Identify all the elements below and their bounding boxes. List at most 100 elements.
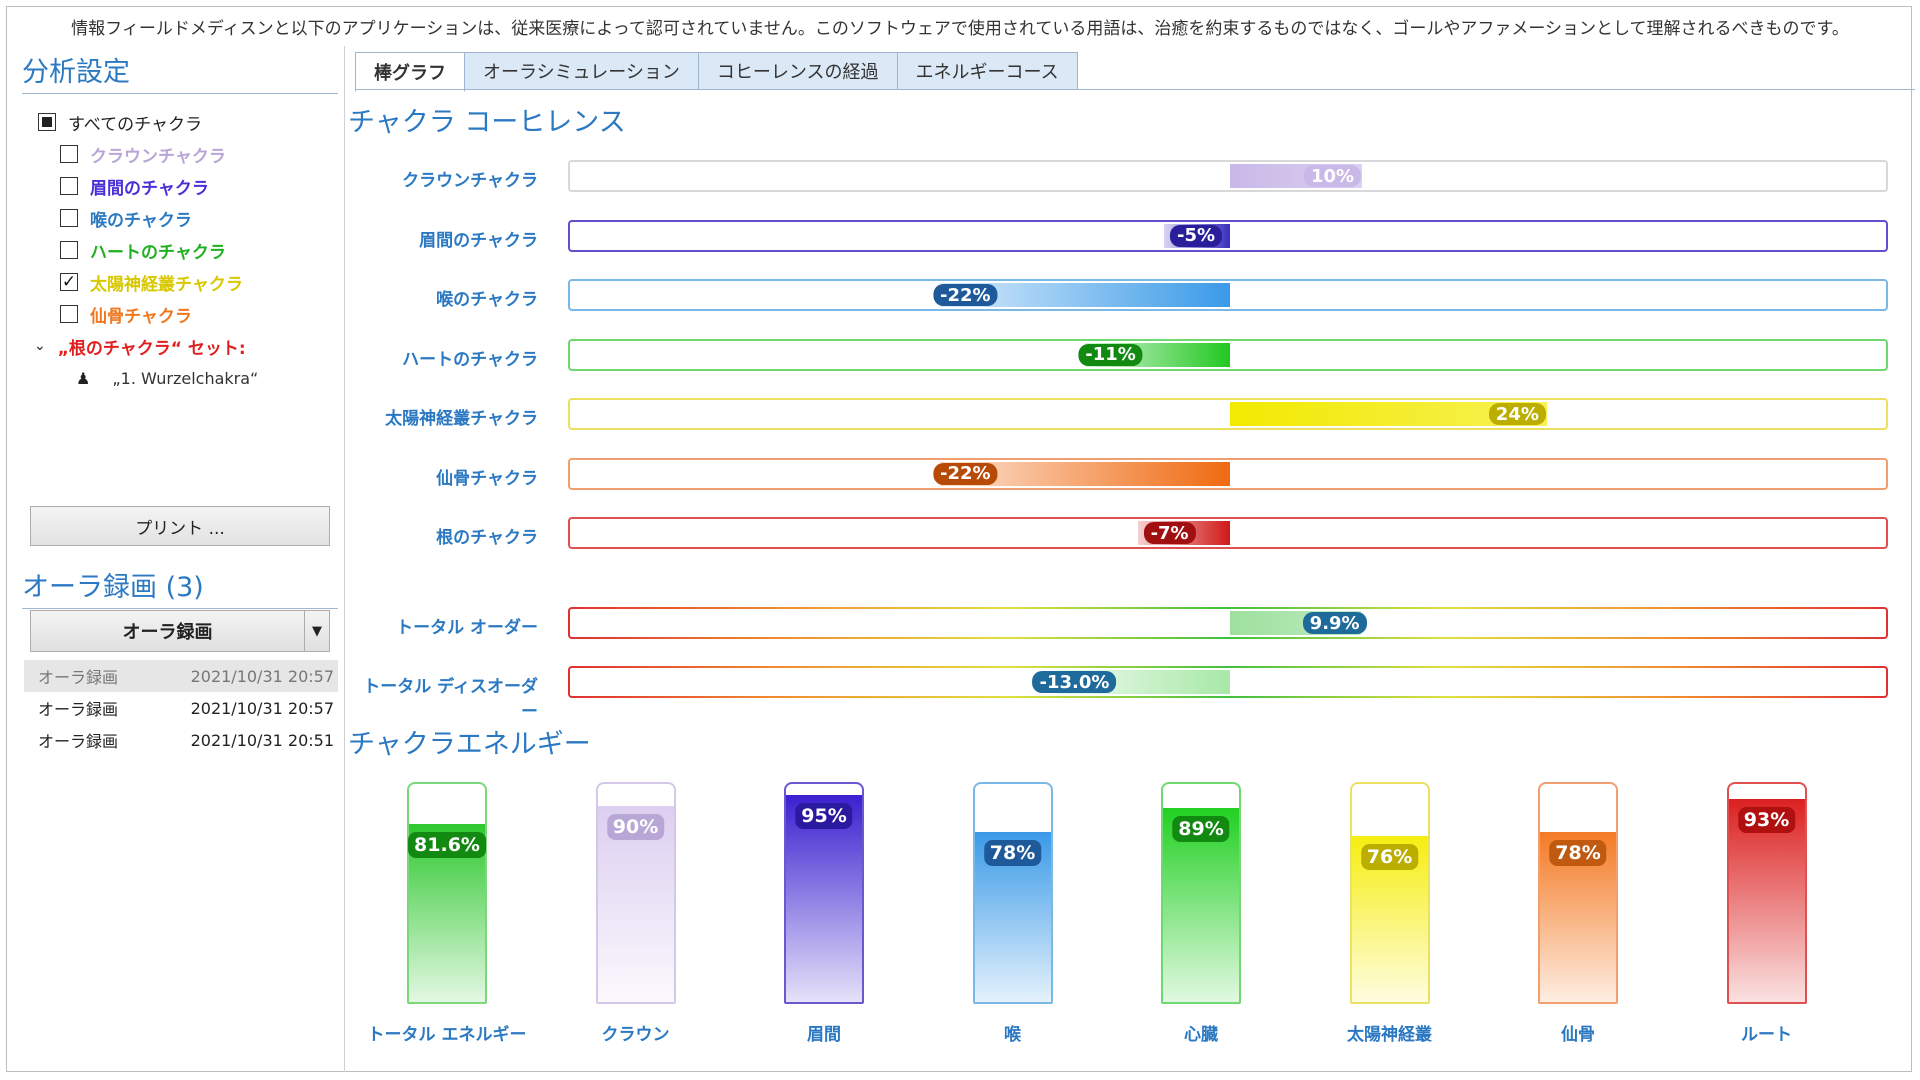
energy-column-value: 90% bbox=[606, 813, 665, 840]
coherence-bar-track: 10% bbox=[568, 160, 1888, 192]
chakra-filter-row[interactable]: 眉間のチャクラ bbox=[22, 170, 338, 202]
coherence-bar-label: ハートのチャクラ bbox=[402, 349, 538, 370]
energy-column bbox=[407, 782, 487, 1004]
chakra-filter-label: 喉のチャクラ bbox=[90, 210, 192, 231]
aura-recordings-title: オーラ録画 (3) bbox=[22, 565, 338, 609]
energy-column-value: 81.6% bbox=[408, 832, 486, 859]
tab-2[interactable]: コヒーレンスの経過 bbox=[697, 52, 898, 90]
tab-0[interactable]: 棒グラフ bbox=[355, 52, 465, 92]
chakra-filter-label: 太陽神経叢チャクラ bbox=[90, 274, 243, 295]
coherence-bar-value: -11% bbox=[1078, 343, 1143, 366]
root-set-label: „根のチャクラ“ セット: bbox=[57, 338, 246, 359]
coherence-title: チャクラ コーヒレンス bbox=[348, 107, 626, 138]
coherence-bar-track: -5% bbox=[568, 219, 1888, 252]
energy-column-label: トータル エネルギー bbox=[367, 1025, 527, 1045]
tab-bar: 棒グラフ オーラシミュレーション コヒーレンスの経過 エネルギーコース bbox=[355, 52, 1078, 92]
all-chakras-checkbox[interactable] bbox=[38, 113, 56, 131]
recording-date: 2021/10/31 20:57 bbox=[190, 698, 334, 718]
root-set-row[interactable]: ⌄ „根のチャクラ“ セット: bbox=[22, 330, 338, 362]
energy-title: チャクラエネルギー bbox=[348, 729, 591, 760]
chakra-tree: すべてのチャクラ クラウンチャクラ眉間のチャクラ喉のチャクラハートのチャクラ太陽… bbox=[22, 106, 338, 394]
coherence-bar-value: -22% bbox=[933, 284, 998, 306]
root-set-child-label: „1. Wurzelchakra“ bbox=[112, 368, 259, 388]
person-icon: ♟ bbox=[76, 368, 91, 388]
chakra-filter-checkbox[interactable] bbox=[60, 273, 78, 291]
coherence-bar-track: -11% bbox=[568, 338, 1888, 371]
energy-column-value: 78% bbox=[983, 839, 1042, 866]
energy-column-value: 89% bbox=[1172, 815, 1230, 842]
coherence-bar-label: 仙骨チャクラ bbox=[436, 468, 538, 489]
chakra-filter-row[interactable]: 太陽神経叢チャクラ bbox=[22, 266, 338, 298]
panel-divider bbox=[344, 46, 345, 1072]
recording-name: オーラ録画 bbox=[38, 732, 119, 751]
coherence-bar-label: 根のチャクラ bbox=[436, 528, 538, 548]
chakra-filter-checkbox[interactable] bbox=[60, 305, 78, 323]
chakra-filter-row[interactable]: ハートのチャクラ bbox=[22, 234, 338, 266]
chakra-filter-label: クラウンチャクラ bbox=[90, 146, 226, 167]
root-set-child-row[interactable]: ♟ „1. Wurzelchakra“ bbox=[22, 362, 338, 394]
energy-column-value: 76% bbox=[1360, 844, 1419, 871]
recording-list-item[interactable]: オーラ録画 2021/10/31 20:57 bbox=[24, 660, 338, 692]
energy-column-value: 95% bbox=[795, 802, 853, 829]
energy-column bbox=[1349, 782, 1430, 1004]
coherence-bar-track: -7% bbox=[568, 517, 1888, 549]
recording-select-value: オーラ録画 bbox=[122, 622, 213, 643]
recording-date: 2021/10/31 20:51 bbox=[190, 730, 334, 750]
chakra-filter-label: 眉間のチャクラ bbox=[90, 178, 209, 199]
coherence-bar-label: トータル オーダー bbox=[396, 618, 538, 638]
coherence-bar-value: -7% bbox=[1143, 522, 1196, 544]
chakra-filter-checkbox[interactable] bbox=[60, 241, 78, 259]
left-panel: 分析設定 すべてのチャクラ クラウンチャクラ 眉間のチャクラ 喉のチャクラハートのチ… bbox=[22, 50, 338, 751]
coherence-bar-track: -22% bbox=[568, 457, 1888, 490]
tab-underline bbox=[355, 89, 1915, 90]
coherence-bar-track: -22% bbox=[568, 279, 1888, 311]
chevron-down-icon[interactable]: ⌄ bbox=[34, 338, 46, 354]
coherence-bar-label: 太陽神経叢チャクラ bbox=[385, 409, 538, 429]
chakra-filter-row[interactable]: 仙骨チャクラ bbox=[22, 298, 338, 330]
coherence-bar-value: -13.0% bbox=[1032, 671, 1117, 693]
tab-1[interactable]: オーラシミュレーション bbox=[464, 52, 699, 90]
print-button[interactable]: プリント ... bbox=[30, 506, 330, 546]
energy-column-label: クラウン bbox=[601, 1025, 670, 1045]
recording-name: オーラ録画 bbox=[38, 668, 119, 687]
chakra-filter-label: ハートのチャクラ bbox=[90, 242, 226, 263]
recording-select[interactable]: オーラ録画 ▼ bbox=[30, 610, 330, 652]
tab-3[interactable]: エネルギーコース bbox=[896, 52, 1078, 90]
energy-column-label: ルート bbox=[1741, 1025, 1792, 1045]
coherence-bar-label: トータル ディスオーダー bbox=[363, 677, 538, 722]
recording-list: オーラ録画 2021/10/31 20:57 オーラ録画 2021/10/31 20:… bbox=[24, 660, 338, 756]
energy-column-label: 喉 bbox=[1004, 1025, 1021, 1045]
coherence-bar-value: 10% bbox=[1304, 165, 1362, 187]
recording-list-item[interactable]: オーラ録画 2021/10/31 20:57 bbox=[24, 692, 338, 724]
energy-column-label: 太陽神経叢 bbox=[1347, 1025, 1432, 1045]
coherence-bar-label: 眉間のチャクラ bbox=[419, 230, 538, 251]
coherence-bar-value: -5% bbox=[1169, 224, 1222, 247]
energy-column-value: 93% bbox=[1737, 807, 1796, 834]
chakra-filter-checkbox[interactable] bbox=[60, 177, 78, 195]
energy-column-label: 仙骨 bbox=[1561, 1025, 1595, 1045]
coherence-bar-value: -22% bbox=[933, 462, 998, 485]
energy-column-value: 78% bbox=[1549, 839, 1607, 866]
coherence-bar-label: クラウンチャクラ bbox=[402, 171, 538, 191]
chakra-filter-row[interactable]: クラウンチャクラ bbox=[22, 138, 338, 170]
coherence-bar-value: 24% bbox=[1488, 403, 1546, 425]
recording-name: オーラ録画 bbox=[38, 700, 119, 719]
coherence-bar-track: 24% bbox=[568, 398, 1888, 430]
all-chakras-label: すべてのチャクラ bbox=[68, 114, 202, 135]
energy-column bbox=[972, 782, 1053, 1004]
chakra-filter-checkbox[interactable] bbox=[60, 145, 78, 163]
coherence-bar-value: 9.9% bbox=[1302, 612, 1367, 634]
chakra-filter-label: 仙骨チャクラ bbox=[90, 306, 192, 327]
recording-list-item[interactable]: オーラ録画 2021/10/31 20:51 bbox=[24, 724, 338, 756]
disclaimer-text: 情報フィールドメディスンと以下のアプリケーションは、従来医療によって認可されてい… bbox=[71, 19, 1849, 39]
coherence-bar-track: 9.9% bbox=[568, 607, 1888, 639]
energy-column bbox=[1538, 782, 1618, 1004]
energy-column-label: 心臓 bbox=[1184, 1025, 1218, 1045]
energy-column-label: 眉間 bbox=[807, 1025, 841, 1045]
chakra-filter-row[interactable]: 喉のチャクラ bbox=[22, 202, 338, 234]
all-chakras-row[interactable]: すべてのチャクラ bbox=[22, 106, 338, 138]
dropdown-arrow-icon[interactable]: ▼ bbox=[304, 611, 329, 651]
coherence-bar-track: -13.0% bbox=[568, 666, 1888, 698]
analysis-settings-title: 分析設定 bbox=[22, 50, 338, 94]
chakra-filter-checkbox[interactable] bbox=[60, 209, 78, 227]
